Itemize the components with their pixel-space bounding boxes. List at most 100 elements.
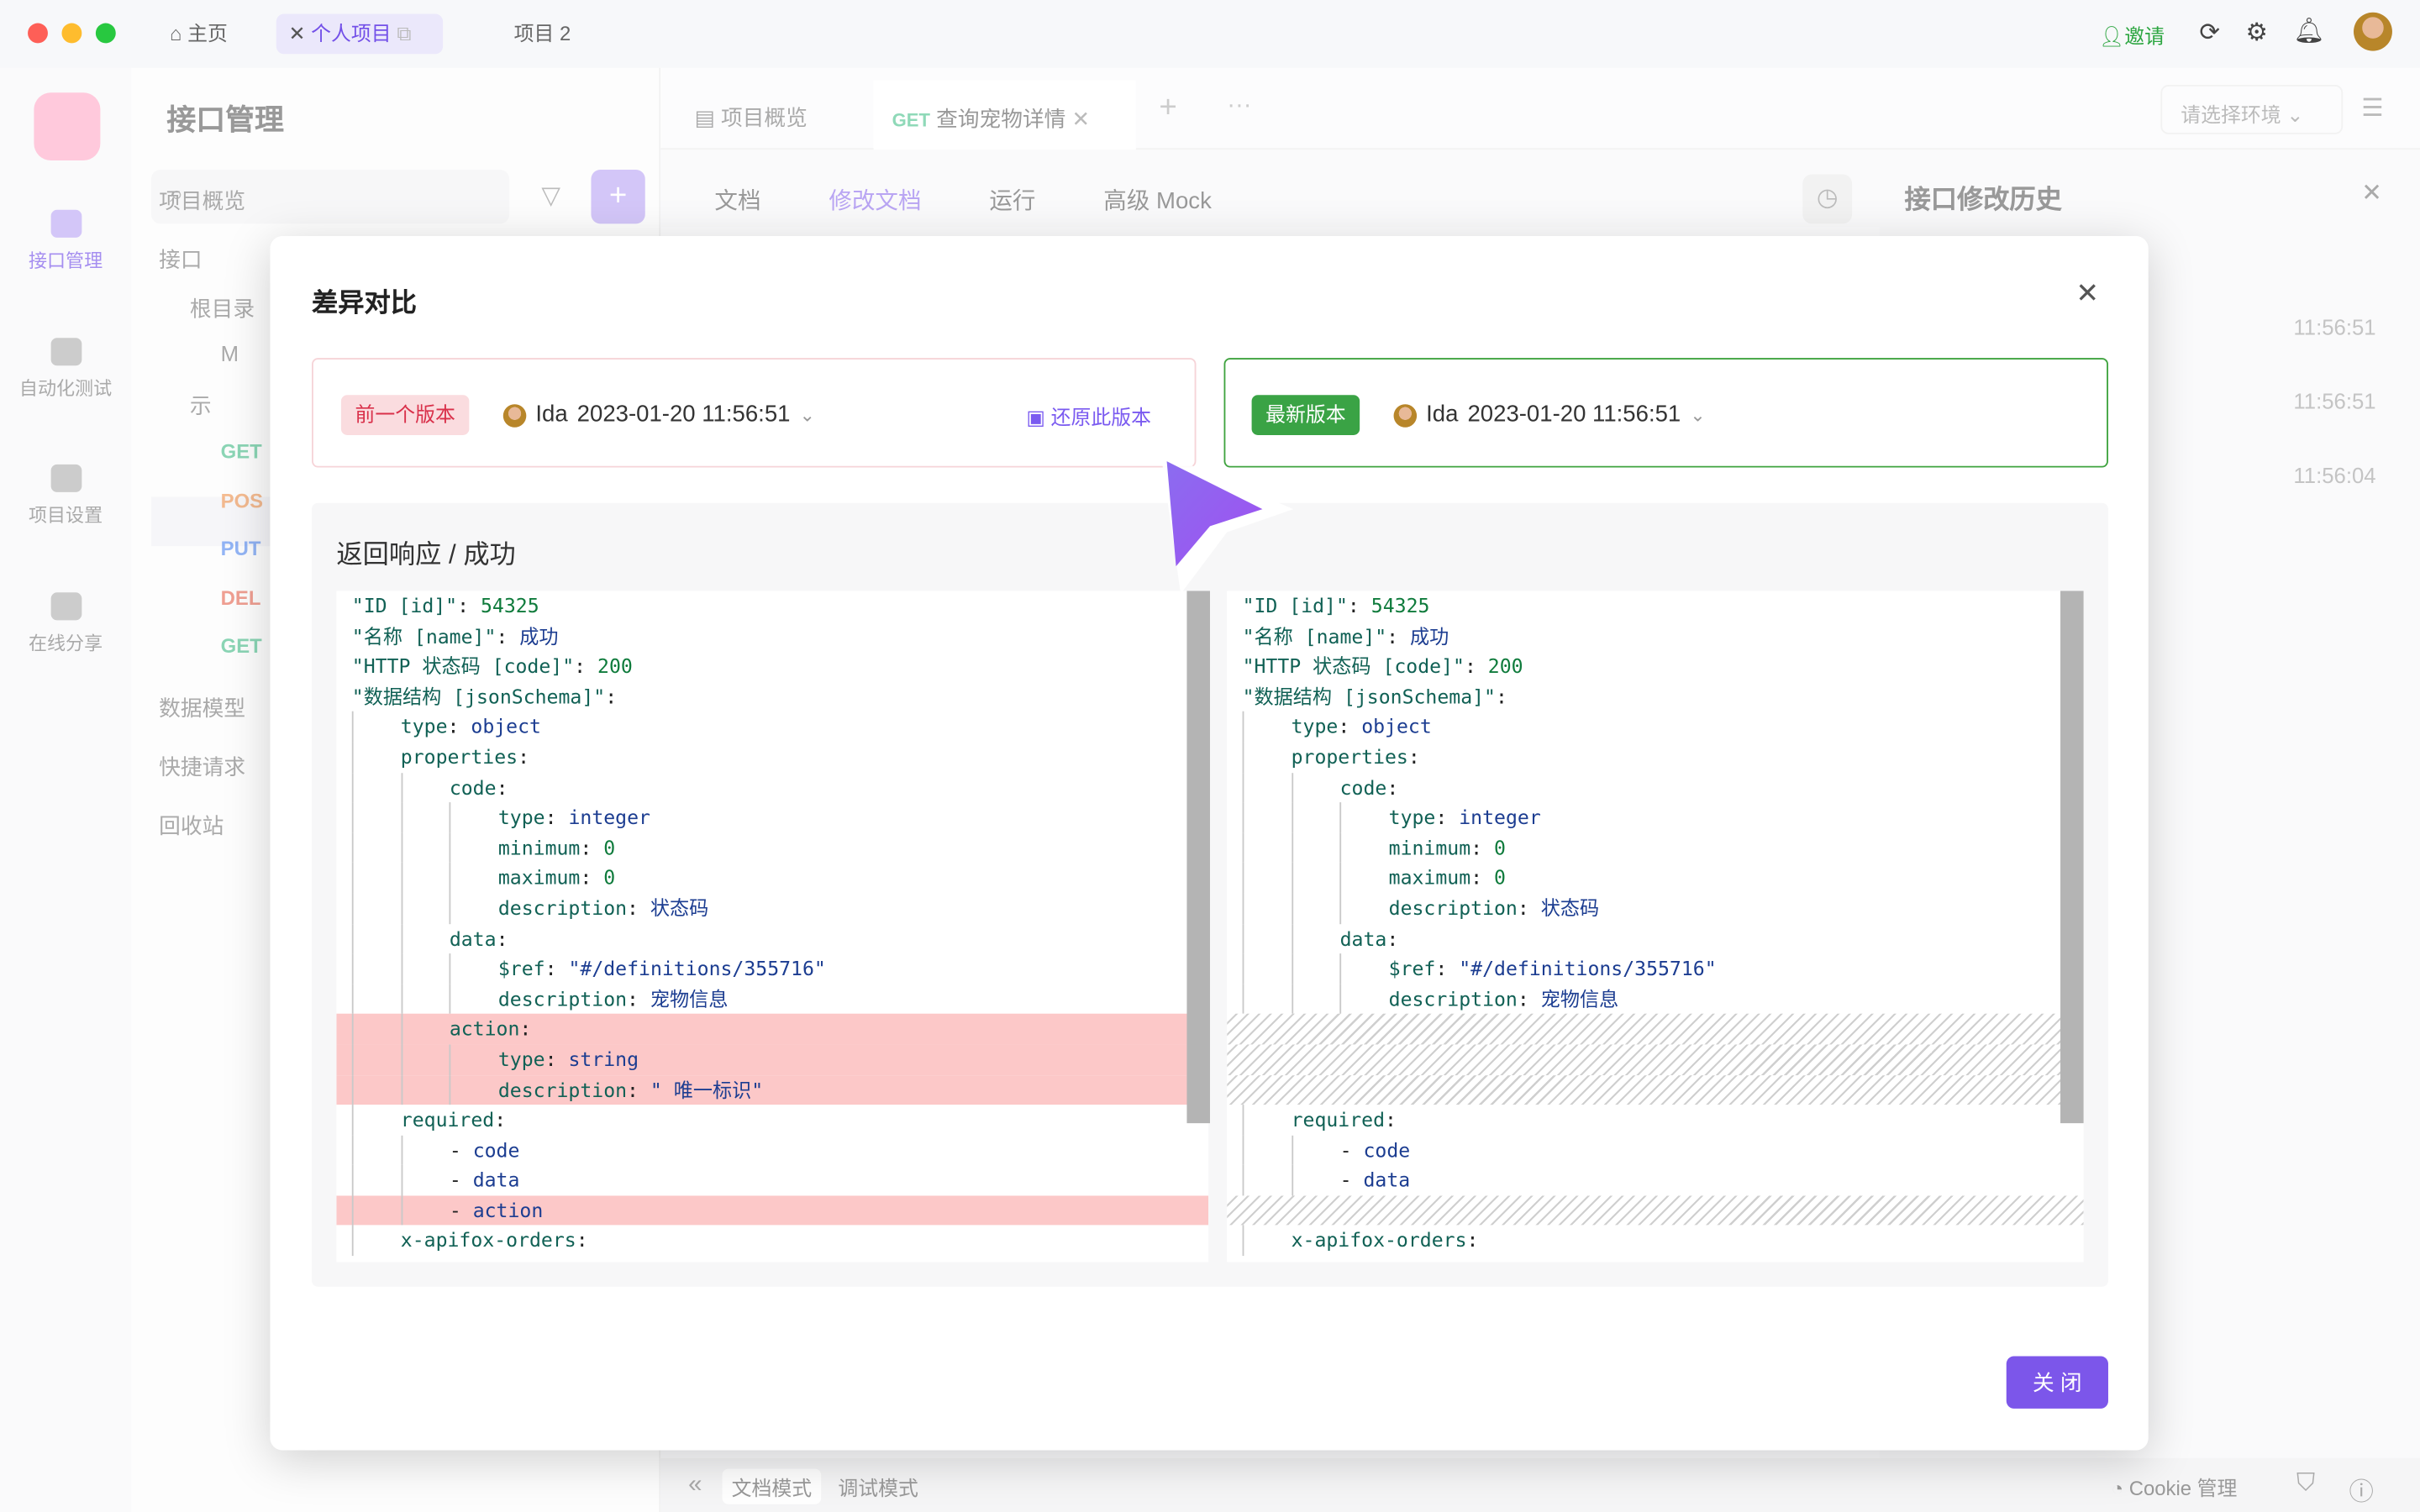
version-select[interactable]: Ida 2023-01-20 11:56:51 ⌄ — [502, 395, 815, 435]
avatar[interactable] — [2354, 12, 2392, 51]
code-line — [1227, 1074, 2084, 1105]
tree-item[interactable]: POS — [221, 487, 263, 512]
close-icon[interactable]: ✕ — [288, 22, 311, 45]
code-colon: : — [1386, 927, 1411, 950]
code-value: 成功 — [1410, 624, 1449, 648]
code-key: description — [1388, 896, 1518, 920]
code-colon: : — [576, 1228, 600, 1252]
code-colon: : — [605, 685, 629, 708]
maximize-window-button[interactable] — [95, 23, 116, 44]
history-time[interactable]: 11:56:51 — [2293, 315, 2375, 339]
tree-item-label: 根目录 — [189, 296, 255, 322]
subtab-run[interactable]: 运行 — [989, 184, 1035, 217]
sidebar-item-share[interactable]: 在线分享 — [0, 592, 131, 655]
more-icon[interactable]: ··· — [1227, 92, 1251, 120]
indent-guide — [449, 863, 498, 894]
history-time[interactable]: 11:56:04 — [2293, 463, 2375, 487]
home-tab[interactable]: ⌂ 主页 — [157, 14, 239, 55]
code-value: 0 — [603, 836, 616, 859]
indent-guide — [449, 893, 498, 924]
code-line: properties: — [336, 742, 1208, 773]
tree-item[interactable]: M — [221, 341, 239, 365]
code-value: action — [472, 1198, 544, 1222]
subtab-edit-doc[interactable]: 修改文档 — [829, 184, 921, 217]
scrollbar[interactable] — [2060, 591, 2084, 1124]
filter-icon[interactable]: ▽ — [529, 170, 572, 223]
tree-item[interactable]: 项目概览 — [159, 185, 245, 216]
sync-icon[interactable]: ⟳ — [2199, 17, 2220, 48]
latest-code-pane[interactable]: "ID [id]": 54325 "名称 [name]": 成功 "HTTP 状态码… — [1227, 591, 2084, 1263]
code-key: action — [449, 1016, 520, 1041]
sidebar-item-autotest[interactable]: 自动化测试 — [0, 338, 131, 401]
gear-icon[interactable]: ⚙ — [2245, 17, 2267, 48]
close-icon[interactable]: ✕ — [1072, 107, 1091, 131]
shirt-icon[interactable]: ⛉ — [2296, 1470, 2315, 1498]
previous-code-pane[interactable]: "ID [id]": 54325 "名称 [name]": 成功 "HTTP 状态码… — [336, 591, 1209, 1263]
code-colon: : — [494, 1107, 518, 1131]
environment-select[interactable]: 请选择环境 ⌄ — [2160, 85, 2344, 134]
code-value: "#/definitions/355716" — [1459, 957, 1717, 980]
code-line: "名称 [name]": 成功 — [336, 621, 1208, 651]
code-value: " 唯一标识" — [650, 1077, 764, 1101]
tree-item[interactable]: 快捷请求 — [159, 751, 245, 782]
code-line: code: — [1227, 772, 2083, 803]
tree-item[interactable]: PUT — [221, 535, 261, 560]
external-icon[interactable]: ⧉ — [397, 22, 411, 45]
debug-mode-button[interactable]: 调试模式 — [838, 1472, 918, 1501]
avatar — [1393, 403, 1418, 427]
menu-icon[interactable]: ☰ — [2361, 92, 2383, 123]
code-key: description — [497, 986, 628, 1011]
cookie-button[interactable]: ◔ Cookie 管理 — [2112, 1472, 2238, 1501]
tree-item[interactable]: DEL — [221, 585, 261, 610]
collapse-icon[interactable]: « — [688, 1472, 702, 1499]
tab-get-pet[interactable]: GET 查询宠物详情 ✕ — [873, 80, 1136, 150]
doc-mode-button[interactable]: 文档模式 — [722, 1468, 822, 1504]
history-icon[interactable]: ◷ — [1802, 174, 1853, 224]
indent-guide — [1242, 772, 1292, 803]
tree-item[interactable]: 数据模型 — [159, 693, 245, 724]
indent-guide — [400, 893, 450, 924]
sub-tabs: 文档 修改文档 运行 高级 Mock ◷ — [660, 150, 1881, 227]
indent-guide — [1242, 1105, 1292, 1136]
avatar — [502, 403, 527, 427]
tab-personal-project[interactable]: ✕ 个人项目 ⧉ — [276, 13, 444, 55]
tab-project-2[interactable]: 项目 2 — [502, 14, 583, 55]
tree-item[interactable]: 回收站 — [159, 810, 224, 841]
sidebar-item-settings[interactable]: 项目设置 — [0, 464, 131, 528]
close-icon[interactable]: ✕ — [2361, 177, 2382, 208]
indent-guide — [1339, 953, 1389, 984]
scrollbar[interactable] — [1186, 591, 1210, 1124]
history-time[interactable]: 11:56:51 — [2293, 389, 2375, 413]
version-select[interactable]: Ida 2023-01-20 11:56:51 ⌄ — [1393, 395, 1706, 435]
bell-icon[interactable]: 🔔︎ — [2293, 15, 2324, 46]
code-value: object — [1361, 715, 1432, 738]
restore-version-button[interactable]: ▣ 还原此版本 — [1026, 402, 1151, 431]
close-icon[interactable]: ✕ — [2075, 278, 2099, 311]
tree-item[interactable]: 示 — [190, 391, 212, 422]
invite-button[interactable]: 👤︎邀请 — [2099, 20, 2165, 50]
code-colon: : — [1517, 986, 1541, 1011]
code-key: maximum — [497, 866, 581, 890]
add-user-icon: 👤︎ — [2098, 24, 2125, 48]
sidebar-item-api[interactable]: 接口管理 — [0, 209, 131, 273]
add-button[interactable]: + — [591, 170, 645, 224]
tree-item[interactable]: GET — [221, 438, 262, 463]
subtab-mock[interactable]: 高级 Mock — [1103, 184, 1212, 217]
close-button[interactable]: 关 闭 — [2006, 1356, 2108, 1409]
tree-item-label: 回收站 — [159, 812, 224, 838]
indent-guide — [400, 984, 450, 1015]
tree-item[interactable]: GET — [221, 633, 262, 658]
code-key: description — [497, 896, 628, 920]
tree-item[interactable]: 根目录 — [190, 293, 255, 324]
minimize-window-button[interactable] — [61, 23, 82, 44]
add-tab-icon[interactable]: + — [1159, 91, 1176, 126]
tab-overview[interactable]: ▤ 项目概览 — [695, 102, 808, 133]
tree-item[interactable]: 接口 — [159, 244, 202, 275]
list-dash: - — [449, 1198, 473, 1222]
subtab-doc[interactable]: 文档 — [714, 184, 760, 217]
close-window-button[interactable] — [28, 23, 48, 44]
help-icon[interactable]: ⓘ — [2349, 1470, 2374, 1507]
indent-guide — [400, 832, 450, 864]
chevron-down-icon: ⌄ — [799, 404, 815, 426]
code-line: - code — [336, 1135, 1208, 1166]
